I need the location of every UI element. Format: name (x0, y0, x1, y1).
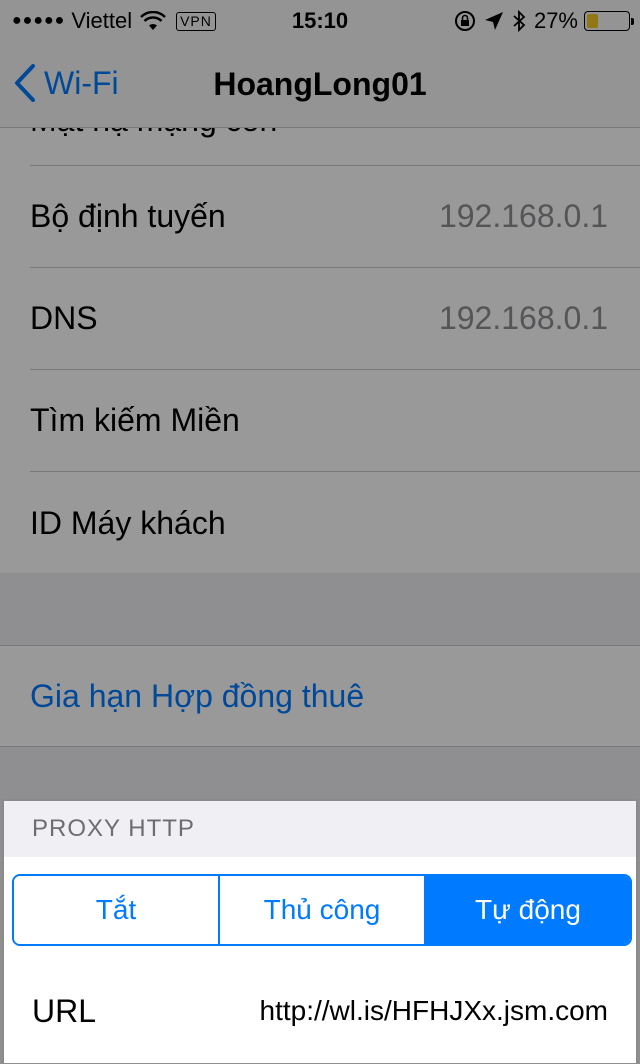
http-proxy-panel: PROXY HTTP Tắt Thủ công Tự động URL http… (2, 799, 638, 1063)
segment-off[interactable]: Tắt (14, 876, 220, 944)
proxy-mode-segmented-control[interactable]: Tắt Thủ công Tự động (12, 874, 632, 946)
segment-auto[interactable]: Tự động (426, 876, 630, 944)
proxy-url-value[interactable]: http://wl.is/HFHJXx.jsm.com (260, 995, 608, 1027)
proxy-section-header: PROXY HTTP (4, 801, 636, 857)
proxy-url-label: URL (32, 992, 97, 1029)
segment-manual[interactable]: Thủ công (220, 876, 426, 944)
proxy-url-row[interactable]: URL http://wl.is/HFHJXx.jsm.com (32, 971, 608, 1051)
